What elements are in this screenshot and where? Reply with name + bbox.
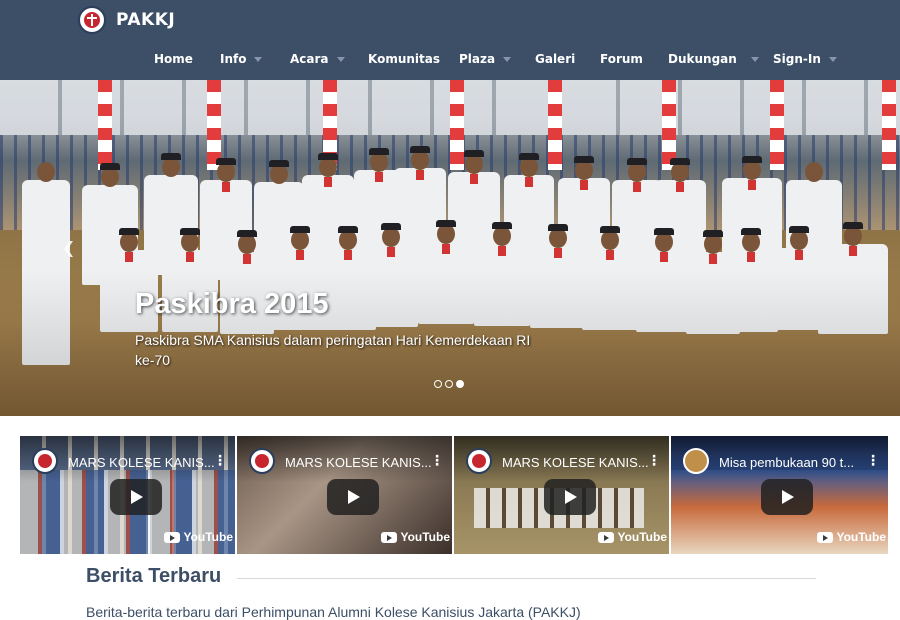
nav-galeri-label: Galeri [535,52,576,66]
hero-title: Paskibra 2015 [135,288,329,320]
nav-info-label: Info [220,52,247,66]
chevron-left-icon[interactable]: ❮ [62,238,75,257]
hero-caption: Paskibra SMA Kanisius dalam peringatan H… [135,332,531,368]
chevron-down-icon [503,56,512,62]
chevron-down-icon [254,56,263,62]
video-title[interactable]: Misa pembukaan 90 t... [719,455,869,470]
nav-acara[interactable]: Acara [290,52,345,66]
chevron-down-icon [828,56,837,62]
nav-plaza[interactable]: Plaza [459,52,512,66]
nav-sign-in-label: Sign-In [773,52,821,66]
play-button-icon[interactable] [327,479,379,515]
more-options-icon[interactable]: ⋮ [647,454,661,468]
nav-forum[interactable]: Forum [600,52,643,66]
carousel-indicators [434,380,467,388]
video-title[interactable]: MARS KOLESE KANIS... [68,455,218,470]
channel-avatar-icon[interactable] [249,448,275,474]
more-options-icon[interactable]: ⋮ [866,454,880,468]
youtube-label: YouTube [836,530,886,544]
nav-dukungan-label: Dukungan [668,52,737,66]
youtube-logo-icon[interactable]: YouTube [817,530,886,544]
video-title[interactable]: MARS KOLESE KANIS... [285,455,435,470]
nav-home[interactable]: Home [154,52,193,66]
brand[interactable]: PAKKJ [78,6,175,34]
channel-avatar-icon[interactable] [32,448,58,474]
video-card[interactable]: MARS KOLESE KANIS... ⋮ YouTube [237,436,454,554]
site-header: PAKKJ Home Info Acara Komunitas Plaza Ga… [0,0,900,80]
youtube-label: YouTube [183,530,233,544]
play-button-icon[interactable] [761,479,813,515]
youtube-label: YouTube [617,530,667,544]
nav-sign-in[interactable]: Sign-In [773,52,837,66]
video-card[interactable]: MARS KOLESE KANIS... ⋮ YouTube [454,436,671,554]
news-section-header: Berita Terbaru [86,565,816,588]
youtube-logo-icon[interactable]: YouTube [381,530,450,544]
hero-carousel[interactable]: ❮ Paskibra 2015 Paskibra SMA Kanisius da… [0,80,900,416]
play-button-icon[interactable] [544,479,596,515]
news-title: Berita Terbaru [86,565,222,587]
chevron-down-icon [336,56,345,62]
nav-home-label: Home [154,52,193,66]
nav-plaza-label: Plaza [459,52,496,66]
youtube-logo-icon[interactable]: YouTube [598,530,667,544]
news-subtitle: Berita-berita terbaru dari Perhimpunan A… [86,604,581,620]
nav-dukungan[interactable]: Dukungan [668,52,759,66]
video-strip: MARS KOLESE KANIS... ⋮ YouTube MARS KOLE… [20,436,888,554]
nav-acara-label: Acara [290,52,329,66]
nav-komunitas[interactable]: Komunitas [368,52,440,66]
carousel-dot-2[interactable] [445,380,453,388]
chevron-down-icon [750,56,759,62]
video-card[interactable]: Misa pembukaan 90 t... ⋮ YouTube [671,436,888,554]
youtube-label: YouTube [400,530,450,544]
video-card[interactable]: MARS KOLESE KANIS... ⋮ YouTube [20,436,237,554]
more-options-icon[interactable]: ⋮ [430,454,444,468]
video-title[interactable]: MARS KOLESE KANIS... [502,455,652,470]
main-nav: Home Info Acara Komunitas Plaza Galeri F… [0,52,900,70]
play-button-icon[interactable] [110,479,162,515]
channel-avatar-icon[interactable] [466,448,492,474]
more-options-icon[interactable]: ⋮ [213,454,227,468]
carousel-dot-1[interactable] [434,380,442,388]
nav-komunitas-label: Komunitas [368,52,441,66]
carousel-dot-3[interactable] [456,380,464,388]
brand-name: PAKKJ [116,10,176,30]
divider [237,578,816,579]
channel-avatar-icon[interactable] [683,448,709,474]
youtube-logo-icon[interactable]: YouTube [164,530,233,544]
nav-galeri[interactable]: Galeri [535,52,575,66]
pakkj-logo-icon [78,6,106,34]
nav-info[interactable]: Info [220,52,263,66]
nav-forum-label: Forum [600,52,643,66]
